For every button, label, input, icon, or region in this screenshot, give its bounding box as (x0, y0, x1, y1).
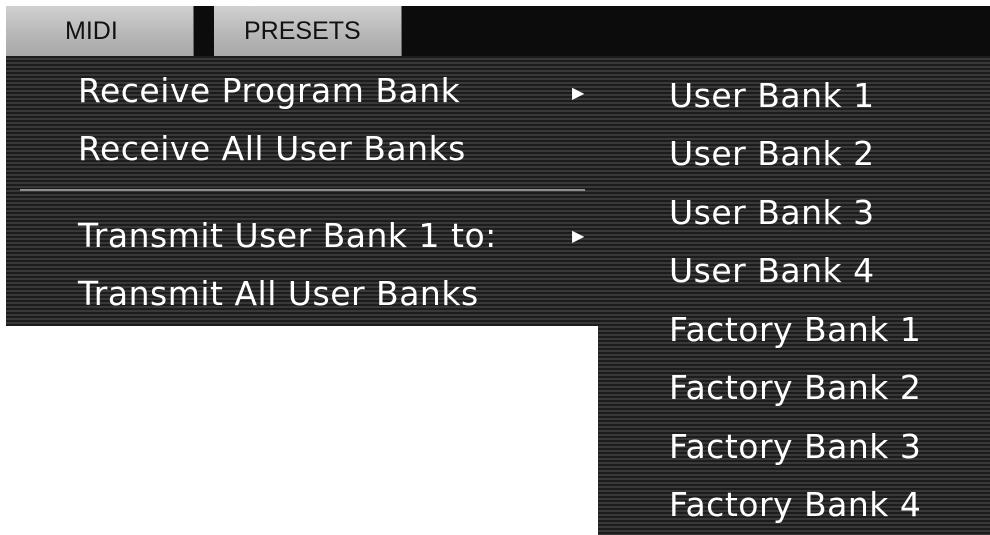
menu-item-receive-all-user-banks[interactable]: Receive All User Banks (78, 129, 466, 168)
menu-item-label: Receive All User Banks (78, 129, 466, 168)
submenu-item-factory-bank-4[interactable]: Factory Bank 4 (669, 485, 921, 524)
menu-bar: MIDI PRESETS (6, 6, 990, 56)
menu-item-label: Transmit All User Banks (78, 274, 479, 313)
submenu-item-user-bank-4[interactable]: User Bank 4 (669, 251, 875, 290)
submenu-item-user-bank-3[interactable]: User Bank 3 (669, 193, 875, 232)
midi-dropdown-menu: Receive Program Bank ▶ Receive All User … (6, 56, 599, 326)
submenu-arrow-icon: ▶ (572, 226, 585, 245)
menu-separator (20, 189, 585, 191)
menu-item-transmit-all-user-banks[interactable]: Transmit All User Banks (78, 274, 479, 313)
menu-item-transmit-user-bank-1-to[interactable]: Transmit User Bank 1 to: (78, 216, 497, 255)
submenu-item-user-bank-2[interactable]: User Bank 2 (669, 134, 875, 173)
menu-item-label: Receive Program Bank (78, 71, 461, 110)
submenu-item-user-bank-1[interactable]: User Bank 1 (669, 76, 875, 115)
menu-item-label: Transmit User Bank 1 to: (78, 216, 497, 255)
submenu-item-factory-bank-1[interactable]: Factory Bank 1 (669, 310, 921, 349)
menu-presets[interactable]: PRESETS (214, 6, 402, 56)
menu-midi[interactable]: MIDI (6, 6, 194, 56)
submenu-item-factory-bank-2[interactable]: Factory Bank 2 (669, 368, 921, 407)
submenu-item-factory-bank-3[interactable]: Factory Bank 3 (669, 427, 921, 466)
bank-submenu: User Bank 1 User Bank 2 User Bank 3 User… (598, 56, 990, 535)
menu-item-receive-program-bank[interactable]: Receive Program Bank (78, 71, 460, 110)
submenu-arrow-icon: ▶ (572, 83, 585, 102)
